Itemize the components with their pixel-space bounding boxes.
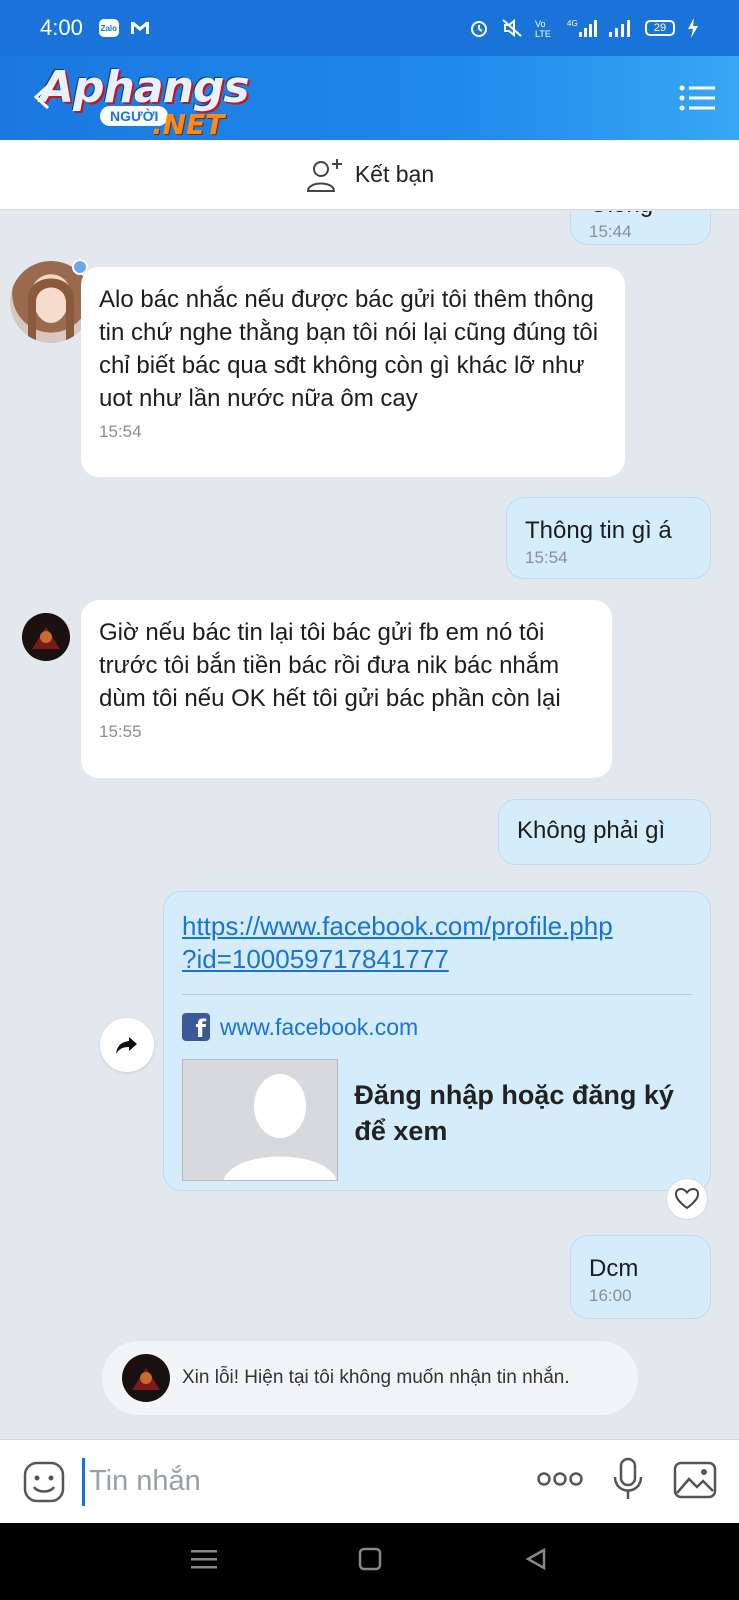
recent-apps-button[interactable]	[190, 1548, 217, 1575]
system-notice: Xin lỗi! Hiện tại tôi không muốn nhận ti…	[102, 1341, 638, 1415]
battery-icon: 29	[645, 20, 675, 36]
message-time: 15:54	[99, 422, 142, 441]
message-input-bar	[0, 1439, 739, 1523]
recent-apps-icon	[190, 1550, 217, 1569]
more-dots-icon	[537, 1472, 583, 1486]
notice-avatar	[122, 1354, 170, 1402]
status-time: 4:00	[40, 15, 83, 40]
svg-text:Vo: Vo	[535, 19, 546, 29]
status-notification-icons: Zalo	[98, 19, 151, 37]
lte-icon: VoLTE	[535, 19, 551, 38]
message-text: Alo bác nhắc nếu được bác gửi tôi thêm t…	[99, 286, 599, 412]
signal-icon	[609, 20, 630, 37]
back-button[interactable]	[28, 82, 58, 112]
react-heart-button[interactable]	[666, 1178, 708, 1220]
message-time: 15:55	[99, 722, 142, 741]
message-time: 15:44	[589, 222, 632, 241]
profile-placeholder-image[interactable]	[182, 1059, 339, 1181]
gmail-icon	[130, 22, 149, 34]
voice-record-button[interactable]	[613, 1457, 643, 1506]
add-friend-label: Kết bạn	[354, 161, 435, 187]
link-url-line-1[interactable]: https://www.facebook.com/profile.php	[182, 910, 692, 943]
notice-text: Xin lỗi! Hiện tại tôi không muốn nhận ti…	[182, 1367, 570, 1388]
status-system-icons: Vo LTE 4G 29	[469, 18, 699, 38]
link-divider	[182, 994, 692, 995]
back-arrow-icon	[33, 84, 50, 110]
send-image-button[interactable]	[673, 1459, 717, 1504]
charging-icon	[688, 18, 698, 38]
signal-4g-icon: 4G	[567, 19, 597, 37]
home-square-icon	[359, 1547, 382, 1571]
link-preview-card[interactable]: https://www.facebook.com/profile.php ?id…	[163, 891, 711, 1191]
message-bubble-outgoing[interactable]: Không phải gì	[498, 799, 711, 865]
more-options-button[interactable]	[537, 1471, 583, 1492]
message-bubble-outgoing[interactable]: Thông tin gì á 15:54	[506, 497, 711, 579]
facebook-icon: f	[182, 1013, 210, 1041]
message-text: Dcm	[589, 1255, 639, 1282]
message-input[interactable]	[82, 1457, 537, 1506]
menu-button[interactable]	[679, 82, 715, 114]
message-bubble-incoming[interactable]: Giờ nếu bác tin lại tôi bác gửi fb em nó…	[81, 600, 612, 778]
message-text: Giờ nếu bác tin lại tôi bác gửi fb em nó…	[99, 619, 561, 712]
alarm-icon	[471, 21, 487, 37]
chat-header: Aphangs NGƯỜI .NET	[0, 56, 739, 141]
system-nav-bar	[0, 1523, 739, 1600]
link-body: Đăng nhập hoặc đăng ký để xem	[182, 1059, 692, 1181]
share-forward-icon	[116, 1037, 137, 1054]
message-time: 16:00	[589, 1286, 632, 1305]
mute-icon	[502, 18, 522, 38]
status-bar: 4:00 Zalo Vo LTE 4G 29	[0, 0, 739, 56]
link-domain-row: f www.facebook.com	[182, 1013, 692, 1041]
add-friend-icon	[306, 158, 342, 192]
list-menu-icon	[679, 85, 715, 111]
svg-text:4G: 4G	[567, 19, 578, 28]
zalo-notification-icon: Zalo	[98, 19, 119, 37]
sender-avatar[interactable]	[22, 613, 70, 661]
svg-text:LTE: LTE	[535, 29, 551, 38]
message-text: Thông tin gì á	[525, 517, 672, 544]
message-bubble-incoming[interactable]: Alo bác nhắc nếu được bác gửi tôi thêm t…	[81, 267, 625, 477]
message-bubble-outgoing[interactable]: Dcm 16:00	[570, 1235, 711, 1319]
image-gallery-icon	[673, 1461, 717, 1499]
message-text: Giống	[589, 211, 692, 221]
emoji-button[interactable]	[22, 1460, 66, 1504]
home-button[interactable]	[358, 1547, 382, 1576]
share-button[interactable]	[100, 1018, 154, 1072]
link-url[interactable]: https://www.facebook.com/profile.php ?id…	[182, 910, 692, 976]
heart-icon	[675, 1188, 699, 1210]
microphone-icon	[613, 1457, 643, 1499]
link-domain: www.facebook.com	[220, 1013, 419, 1040]
back-nav-button[interactable]	[524, 1547, 548, 1576]
back-triangle-icon	[525, 1547, 546, 1571]
message-bubble-outgoing[interactable]: Giống 15:44	[570, 211, 711, 245]
input-actions	[537, 1457, 717, 1506]
chat-messages: Giống 15:44 Alo bác nhắc nếu được bác gử…	[0, 211, 739, 1439]
watermark-logo: Aphangs NGƯỜI .NET	[40, 62, 260, 141]
message-time: 15:54	[525, 548, 568, 567]
add-friend-button[interactable]: Kết bạn	[0, 140, 739, 210]
logo-net-text: .NET	[152, 108, 225, 141]
link-title: Đăng nhập hoặc đăng ký để xem	[354, 1080, 674, 1146]
link-url-line-2[interactable]: ?id=100059717841777	[182, 943, 692, 976]
emoji-icon	[23, 1461, 65, 1502]
message-text: Không phải gì	[517, 817, 666, 844]
